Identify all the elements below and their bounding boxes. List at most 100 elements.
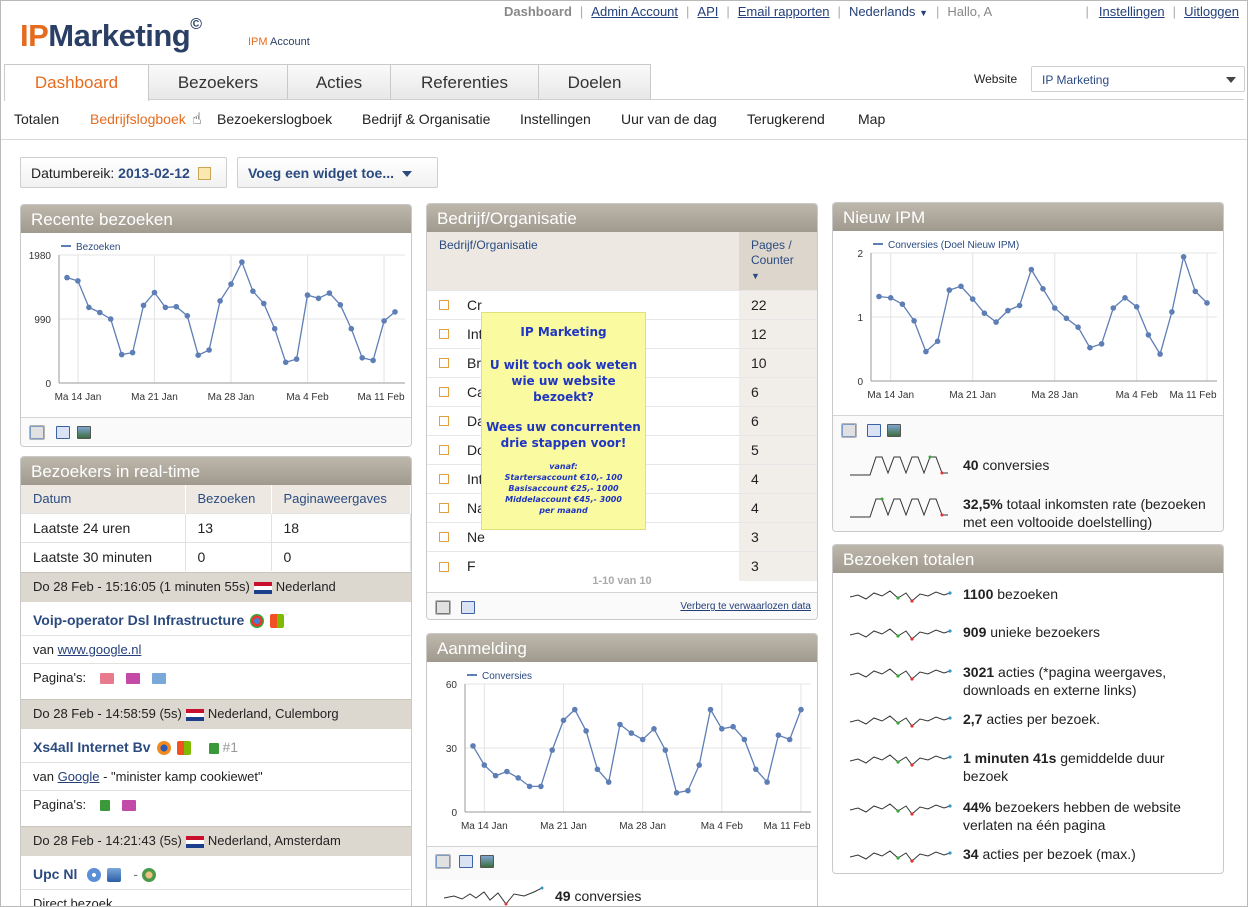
- data-point: [594, 766, 601, 773]
- widget-title[interactable]: Recente bezoeken: [21, 205, 411, 233]
- data-point: [764, 779, 770, 785]
- subnav-bezoekerslogboek[interactable]: Bezoekerslogboek: [217, 111, 332, 127]
- referrer-link[interactable]: Google: [58, 769, 100, 784]
- external-link-icon[interactable]: [439, 329, 449, 340]
- folder-icon[interactable]: [126, 673, 141, 685]
- widget-realtime: Bezoekers in real-time Datum Bezoeken Pa…: [20, 456, 412, 906]
- export-icon[interactable]: [461, 601, 475, 614]
- sparkline-min: [910, 724, 914, 728]
- visit-company-name: Xs4all Internet Bv: [33, 739, 151, 755]
- chart-view-icon[interactable]: [435, 854, 451, 869]
- col-pages-counter[interactable]: Pages / Counter ▼: [739, 232, 817, 291]
- external-link-icon[interactable]: [439, 358, 449, 369]
- sparkline-last: [948, 755, 952, 759]
- data-point: [271, 325, 278, 332]
- external-link-icon[interactable]: [439, 474, 449, 485]
- subnav-instellingen[interactable]: Instellingen: [520, 111, 591, 127]
- os-icon: [107, 868, 122, 883]
- widget-title[interactable]: Aanmelding: [427, 634, 817, 662]
- subnav-uur-van-de-dag[interactable]: Uur van de dag: [621, 111, 717, 127]
- series-line: [878, 254, 1208, 356]
- data-point: [1169, 309, 1175, 315]
- sparkline-min: [910, 859, 914, 863]
- settings-link[interactable]: Instellingen: [1099, 4, 1165, 19]
- chrome-icon: [250, 614, 265, 629]
- visit-company[interactable]: Voip-operator Dsl Infrastructure: [33, 612, 285, 629]
- folder-icon[interactable]: [100, 673, 115, 685]
- chart-view-icon[interactable]: [29, 425, 45, 440]
- external-link-icon[interactable]: [439, 416, 449, 427]
- stat-value: 40: [963, 457, 979, 473]
- visit-company[interactable]: Upc Nl -: [33, 866, 157, 883]
- tab-referenties[interactable]: Referenties: [390, 64, 539, 100]
- tab-bezoekers[interactable]: Bezoekers: [148, 64, 288, 100]
- y-tick-label: 60: [446, 680, 458, 691]
- chart-view-icon[interactable]: [841, 423, 857, 438]
- subnav-terugkerend[interactable]: Terugkerend: [747, 111, 825, 127]
- x-tick-label: Ma 11 Feb: [357, 392, 404, 403]
- subnav-totalen[interactable]: Totalen: [14, 111, 59, 127]
- date-range-picker[interactable]: Datumbereik: 2013-02-12: [20, 157, 227, 188]
- widget-title[interactable]: Nieuw IPM: [833, 203, 1223, 231]
- image-export-icon[interactable]: [77, 426, 91, 439]
- x-tick-label: Ma 14 Jan: [461, 821, 508, 832]
- hide-insignificant-link[interactable]: Verberg te verwaarlozen data: [680, 601, 811, 612]
- flag-icon[interactable]: [100, 800, 111, 812]
- search-keyword: - "minister kamp cookiewet": [99, 769, 263, 784]
- external-link-icon[interactable]: [439, 532, 449, 543]
- external-link-icon[interactable]: [439, 387, 449, 398]
- calendar-icon[interactable]: [197, 166, 211, 180]
- data-point: [707, 706, 714, 713]
- data-point: [1204, 300, 1210, 306]
- visit-company[interactable]: Xs4all Internet Bv #1: [33, 739, 238, 756]
- folder-icon[interactable]: [122, 800, 137, 812]
- stat-text: conversies: [978, 457, 1050, 473]
- image-export-icon[interactable]: [480, 855, 494, 868]
- nav-dashboard[interactable]: Dashboard: [504, 4, 572, 19]
- export-icon[interactable]: [459, 855, 473, 868]
- promo-from: vanaf:: [549, 462, 578, 471]
- browser-icon: [87, 868, 102, 883]
- language-select[interactable]: Nederlands ▼: [849, 4, 928, 19]
- nav-email-rapporten[interactable]: Email rapporten: [738, 4, 830, 19]
- table-view-icon[interactable]: [435, 600, 451, 615]
- nav-api[interactable]: API: [697, 4, 718, 19]
- promo-popup[interactable]: IP Marketing U wilt toch ook weten wie u…: [481, 312, 646, 530]
- sparkline: [850, 754, 952, 767]
- windows-icon: [176, 741, 191, 756]
- export-icon[interactable]: [56, 426, 70, 439]
- external-link-icon[interactable]: [439, 300, 449, 311]
- widget-title[interactable]: Bedrijf/Organisatie: [427, 204, 817, 232]
- col-company[interactable]: Bedrijf/Organisatie: [427, 232, 739, 291]
- top-nav: Dashboard | Admin Account | API | Email rappor…: [504, 4, 993, 19]
- tab-acties[interactable]: Acties: [287, 64, 391, 100]
- widget-title[interactable]: Bezoeken totalen: [833, 545, 1223, 573]
- tab-dashboard[interactable]: Dashboard: [4, 64, 149, 101]
- subnav-bedrijfslogboek[interactable]: Bedrijfslogboek: [90, 111, 186, 127]
- add-widget-button[interactable]: Voeg een widget toe...: [237, 157, 438, 188]
- greeting: Hallo, A: [947, 4, 993, 19]
- widget-title[interactable]: Bezoekers in real-time: [21, 457, 411, 485]
- data-point: [326, 290, 333, 296]
- tab-doelen[interactable]: Doelen: [538, 64, 651, 100]
- download-icon[interactable]: [152, 673, 167, 685]
- nav-admin-account[interactable]: Admin Account: [591, 4, 678, 19]
- website-select[interactable]: IP Marketing: [1031, 66, 1245, 92]
- sparkline-path: [850, 803, 951, 815]
- subnav-map[interactable]: Map: [858, 111, 885, 127]
- external-link-icon[interactable]: [439, 445, 449, 456]
- y-tick-label: 0: [857, 377, 863, 388]
- logo[interactable]: IPMarketing©: [20, 16, 202, 54]
- referrer-link[interactable]: www.google.nl: [58, 642, 142, 657]
- data-point: [911, 318, 917, 324]
- language-label: Nederlands: [848, 4, 916, 19]
- external-link-icon[interactable]: [439, 503, 449, 514]
- visit-company-name: Voip-operator Dsl Infrastructure: [33, 612, 245, 628]
- data-point: [261, 300, 267, 307]
- sparkline-last: [948, 591, 952, 595]
- subnav-bedrijf-organisatie[interactable]: Bedrijf & Organisatie: [362, 111, 490, 127]
- image-export-icon[interactable]: [887, 424, 901, 437]
- external-link-icon[interactable]: [439, 561, 449, 572]
- export-icon[interactable]: [867, 424, 881, 437]
- logout-link[interactable]: Uitloggen: [1184, 4, 1239, 19]
